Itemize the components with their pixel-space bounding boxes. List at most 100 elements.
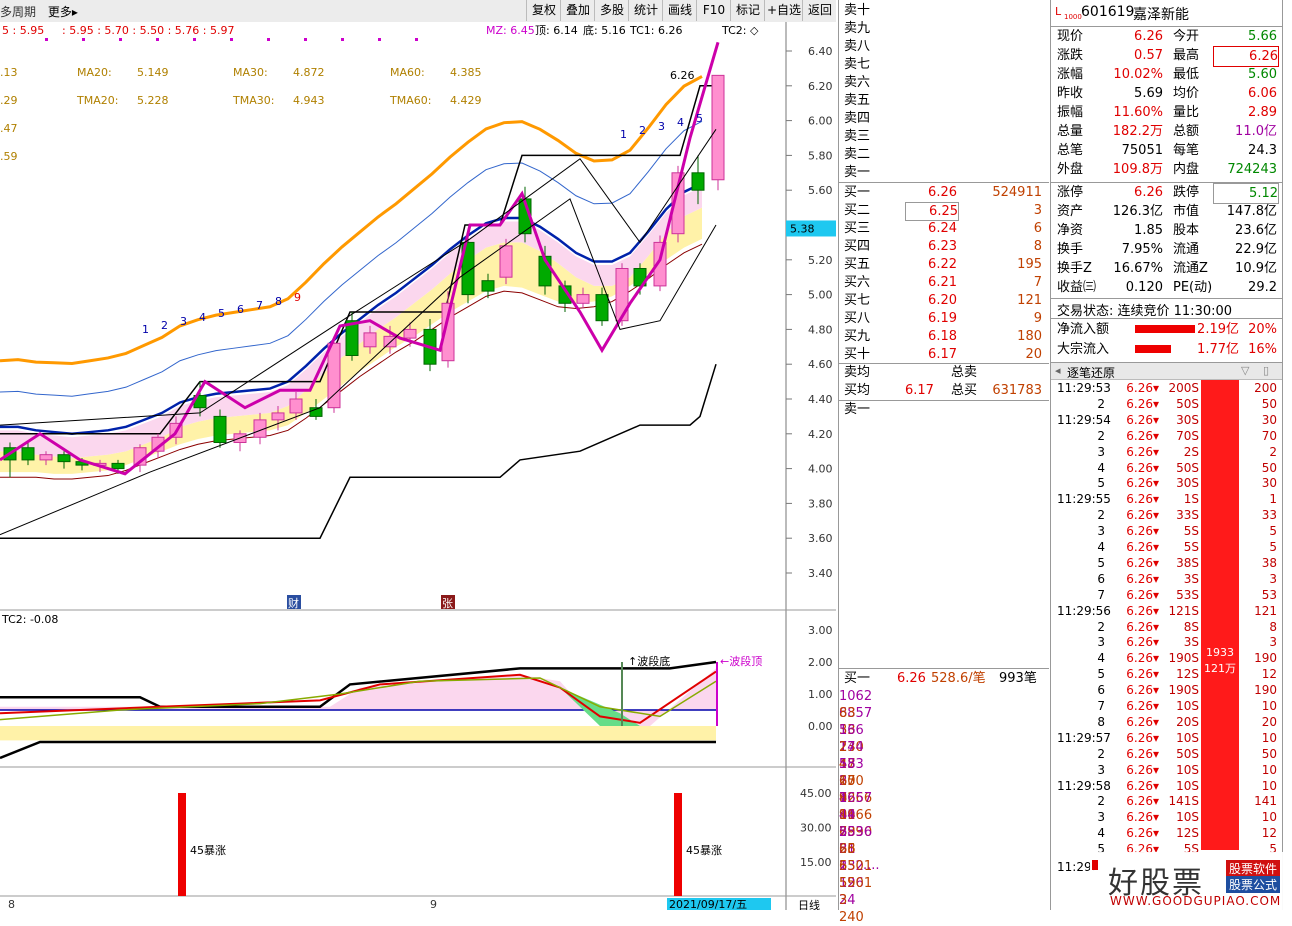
buy-level-row[interactable]: 买九 6.18 180	[839, 328, 1049, 345]
collapse-icon[interactable]: ◂	[1055, 364, 1061, 377]
tick-time: 5	[1097, 476, 1105, 491]
toolbar-button[interactable]: 统计	[628, 0, 663, 21]
quote-value: 10.9亿	[1235, 261, 1277, 276]
filter-icon[interactable]: ▽	[1241, 364, 1249, 377]
sell-level-row[interactable]: 卖二	[839, 146, 1049, 163]
ma-value: 4.943	[293, 94, 325, 107]
signal-dot	[267, 38, 270, 41]
tick-price: 6.26▾	[1126, 476, 1159, 491]
buy-level-row[interactable]: 买三 6.24 6	[839, 220, 1049, 237]
wave-bottom-label: ↑波段底	[628, 654, 670, 668]
sequence-number: 6	[237, 303, 244, 316]
buy-level-row[interactable]: 买四 6.23 8	[839, 238, 1049, 255]
toolbar-button[interactable]: +自选	[764, 0, 803, 21]
sell-level-row[interactable]: 卖七	[839, 56, 1049, 73]
ticks-header: ◂ 逐笔还原 ▽ ▯	[1051, 362, 1283, 380]
divider	[839, 668, 1049, 669]
quote-value: 23.6亿	[1235, 223, 1277, 238]
indicator-tick: 2.00	[808, 656, 833, 669]
sell-level-row[interactable]: 卖九	[839, 20, 1049, 37]
quote-value: 11.0亿	[1235, 124, 1277, 139]
sell-level-row[interactable]: 卖一	[839, 164, 1049, 181]
tick-volume-right: 50	[1261, 746, 1277, 761]
tick-row: 11:29:54 6.26▾ 30S 30	[1051, 412, 1283, 428]
buy-level-row[interactable]: 买五 6.22 195	[839, 256, 1049, 273]
quote-label: 现价	[1057, 29, 1084, 44]
tick-price: 6.26▾	[1126, 460, 1159, 475]
price-tick: 4.80	[808, 323, 833, 336]
quote-row: 资产 126.3亿 市值 147.8亿	[1051, 202, 1283, 221]
price-tick: 6.20	[808, 80, 833, 93]
buy-level-label: 买三	[844, 221, 871, 236]
tick-volume: 30S	[1176, 412, 1199, 427]
toolbar-button[interactable]: 多股	[594, 0, 629, 21]
toolbar-button[interactable]: F10	[696, 0, 731, 21]
tick-row: 3 6.26▾ 5S 5	[1051, 523, 1283, 539]
quote-row: 收益㈢ 0.120 PE(动) 29.2	[1051, 278, 1283, 297]
sequence-number: 7	[256, 299, 263, 312]
period-label: 日线	[798, 898, 820, 910]
signal-tick: 45.00	[800, 787, 832, 800]
tick-volume: 8S	[1183, 619, 1199, 634]
tick-row: 6 6.26▾ 190S 190	[1051, 682, 1283, 698]
toolbar-button[interactable]: 复权	[526, 0, 561, 21]
signal-dot	[193, 38, 196, 41]
quote-value: 24.3	[1248, 143, 1277, 158]
sell-level-row[interactable]: 卖十	[839, 2, 1049, 19]
tick-volume-right: 200	[1254, 381, 1277, 395]
queue-row: 66 5501 5501 3 240	[839, 841, 1049, 925]
surge-signal-bar	[178, 793, 186, 896]
more-menu[interactable]: 更多	[48, 5, 72, 19]
sell-level-row[interactable]: 卖六	[839, 74, 1049, 91]
tick-time: 11:29:53	[1057, 381, 1111, 395]
tick-volume: 190S	[1168, 651, 1199, 666]
quote-label: 最高	[1173, 48, 1200, 63]
sequence-number: 1	[620, 128, 627, 141]
queue-label: 买一	[844, 671, 871, 686]
tick-time: 2	[1097, 619, 1105, 634]
finance-marker-text: 财	[288, 596, 299, 610]
toolbar-button[interactable]: 画线	[662, 0, 697, 21]
queue-cell: 2	[839, 740, 848, 755]
toolbar-button[interactable]: 标记	[730, 0, 765, 21]
tick-volume: 30S	[1176, 476, 1199, 491]
tick-price: 6.26▾	[1126, 730, 1159, 745]
ma-value: .29	[0, 94, 18, 107]
quote-label: 涨停	[1057, 185, 1084, 200]
buy-level-row[interactable]: 买八 6.19 9	[839, 310, 1049, 327]
tick-row: 11:29:58 6.26▾ 10S 10	[1051, 778, 1283, 794]
queue-cell: 670	[839, 774, 864, 789]
buy-level-row[interactable]: 买二 6.25 3	[839, 202, 1049, 221]
sell-level-row[interactable]: 卖三	[839, 128, 1049, 145]
buy-level-price: 6.18	[928, 329, 957, 344]
quote-row: 总笔 75051 每笔 24.3	[1051, 141, 1283, 160]
buy-level-row[interactable]: 买十 6.17 20	[839, 346, 1049, 363]
info-text: TC1: 6.26	[629, 24, 682, 37]
sell-level-row[interactable]: 卖五	[839, 92, 1049, 109]
sell-level-label: 卖一	[844, 165, 871, 180]
signal-tick: 30.00	[800, 822, 832, 835]
tick-row: 4 6.26▾ 190S 190	[1051, 650, 1283, 666]
sell-level-row[interactable]: 卖八	[839, 38, 1049, 55]
quote-value: 29.2	[1248, 280, 1277, 295]
quote-value: 2.89	[1248, 105, 1277, 120]
sell-level-label: 卖十	[844, 3, 871, 18]
toolbar-button[interactable]: 返回	[802, 0, 837, 21]
toolbar-button[interactable]: 叠加	[560, 0, 595, 21]
tick-row: 3 6.26▾ 10S 10	[1051, 809, 1283, 825]
tick-price: 6.26▾	[1126, 412, 1159, 427]
buy-level-row[interactable]: 买七 6.20 121	[839, 292, 1049, 309]
ma-value: .59	[0, 150, 18, 163]
kline-chart[interactable]: 5 : 5.95: 5.95 : 5.70 : 5.50 : 5.76 : 5.…	[0, 22, 836, 910]
buy-level-row[interactable]: 买六 6.21 7	[839, 274, 1049, 291]
sell-level-row[interactable]: 卖四	[839, 110, 1049, 127]
expand-icon[interactable]: ▯	[1263, 364, 1269, 377]
level-sub: 1000	[1064, 13, 1082, 21]
period-menu[interactable]: 多周期	[0, 5, 36, 19]
ticks-title: 逐笔还原	[1067, 366, 1116, 380]
signal-dot	[378, 38, 381, 41]
buy-level-row[interactable]: 买一 6.26 524911	[839, 184, 1049, 201]
buy-level-label: 买二	[844, 203, 871, 218]
ma-value: .47	[0, 122, 18, 135]
buy-level-label: 买六	[844, 275, 871, 290]
